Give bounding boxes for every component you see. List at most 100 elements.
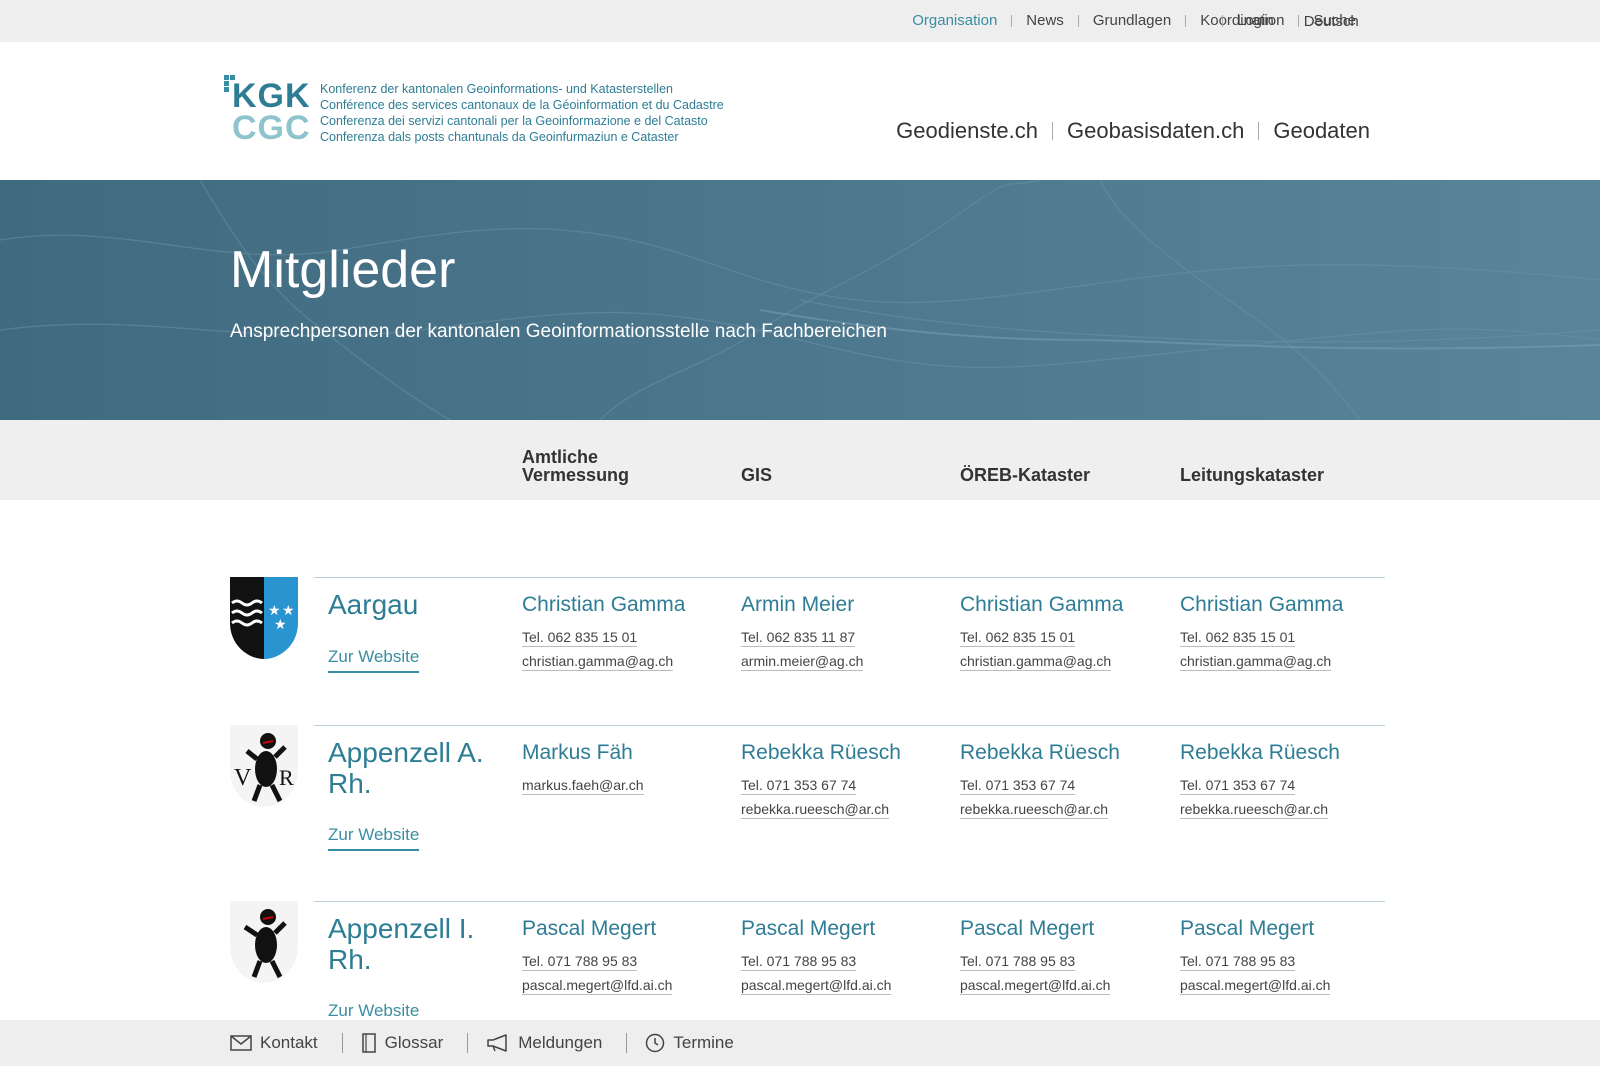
login-link[interactable]: Login: [1222, 13, 1274, 28]
canton-website-link[interactable]: Zur Website: [328, 825, 420, 851]
mainnav-geodaten[interactable]: Geodaten: [1258, 120, 1370, 142]
contact-name: Markus Fäh: [522, 741, 633, 764]
contact-phone[interactable]: Tel. 071 353 67 74: [741, 777, 857, 795]
column-header-gis: GIS: [741, 465, 773, 485]
contact-name: Armin Meier: [741, 593, 855, 616]
language-selector[interactable]: Deutsch: [1304, 13, 1359, 30]
topnav-news[interactable]: News: [1011, 13, 1078, 28]
logo-mark: KGK CGC: [224, 75, 316, 149]
contact-email[interactable]: rebekka.rueesch@ar.ch: [741, 801, 890, 819]
logo-line-it: Conferenza dei servizi cantonali per la …: [320, 114, 708, 128]
contact-email[interactable]: rebekka.rueesch@ar.ch: [960, 801, 1109, 819]
canton-name: Appenzell A. Rh.: [328, 737, 484, 799]
kontakt-button[interactable]: Kontakt: [230, 1033, 342, 1053]
contact-amtliche-vermessung: Markus Fäh markus.faeh@ar.ch: [522, 741, 644, 795]
contact-phone[interactable]: Tel. 071 788 95 83: [741, 953, 857, 971]
glossar-label: Glossar: [384, 1033, 444, 1052]
contact-oereb-kataster: Pascal Megert Tel. 071 788 95 83 pascal.…: [960, 917, 1111, 995]
termine-button[interactable]: Termine: [626, 1033, 757, 1053]
logo-line-fr: Conférence des services cantonaux de la …: [320, 98, 724, 112]
contact-email[interactable]: pascal.megert@lfd.ai.ch: [1180, 977, 1331, 995]
contact-email[interactable]: christian.gamma@ag.ch: [522, 653, 674, 671]
top-right-links: Login Deutsch: [1222, 0, 1359, 42]
mainnav-geodienste[interactable]: Geodienste.ch: [882, 120, 1052, 142]
meldungen-button[interactable]: Meldungen: [467, 1033, 626, 1053]
contact-phone[interactable]: Tel. 062 835 15 01: [960, 629, 1076, 647]
contact-gis: Pascal Megert Tel. 071 788 95 83 pascal.…: [741, 917, 892, 995]
svg-text:R: R: [279, 765, 294, 790]
canton-name: Aargau: [328, 589, 419, 620]
glossar-button[interactable]: Glossar: [341, 1033, 468, 1053]
contact-name: Rebekka Rüesch: [1180, 741, 1340, 764]
logo-line-de: Konferenz der kantonalen Geoinformations…: [320, 82, 673, 96]
contact-email[interactable]: pascal.megert@lfd.ai.ch: [960, 977, 1111, 995]
contact-name: Pascal Megert: [960, 917, 1095, 940]
page-title: Mitglieder: [230, 241, 456, 299]
contact-name: Rebekka Rüesch: [741, 741, 901, 764]
hero-banner: Mitglieder Ansprechpersonen der kantonal…: [0, 180, 1600, 420]
contact-oereb-kataster: Christian Gamma Tel. 062 835 15 01 chris…: [960, 593, 1123, 671]
contact-name: Christian Gamma: [522, 593, 686, 616]
contact-phone[interactable]: Tel. 071 353 67 74: [960, 777, 1076, 795]
contact-phone[interactable]: Tel. 062 835 15 01: [1180, 629, 1296, 647]
meldungen-label: Meldungen: [518, 1033, 603, 1052]
contact-email[interactable]: pascal.megert@lfd.ai.ch: [522, 977, 673, 995]
contact-email[interactable]: christian.gamma@ag.ch: [1180, 653, 1332, 671]
kontakt-label: Kontakt: [260, 1033, 318, 1052]
termine-label: Termine: [673, 1033, 734, 1052]
svg-text:★: ★: [274, 617, 287, 633]
clock-icon: [646, 1033, 665, 1053]
contact-leitungskataster: Christian Gamma Tel. 062 835 15 01 chris…: [1180, 593, 1343, 671]
logo-kgk-text: KGK: [232, 77, 311, 115]
contact-name: Rebekka Rüesch: [960, 741, 1120, 764]
contact-phone[interactable]: Tel. 071 788 95 83: [1180, 953, 1296, 971]
svg-text:V: V: [234, 765, 252, 791]
contact-phone[interactable]: Tel. 071 788 95 83: [522, 953, 638, 971]
row-divider: [314, 725, 1385, 726]
site-header: KGK CGC Konferenz der kantonalen Geoinfo…: [0, 42, 1600, 180]
contact-leitungskataster: Rebekka Rüesch Tel. 071 353 67 74 rebekk…: [1180, 741, 1340, 819]
bottom-toolbar: Kontakt Glossar Meldungen Termine: [0, 1020, 1600, 1066]
canton-website-link[interactable]: Zur Website: [328, 647, 420, 673]
column-header-band: Amtliche Vermessung GIS ÖREB-Kataster Le…: [0, 420, 1600, 500]
canton-name: Appenzell I. Rh.: [328, 913, 475, 975]
row-divider: [314, 901, 1385, 902]
contact-email[interactable]: armin.meier@ag.ch: [741, 653, 864, 671]
logo-tagline: Konferenz der kantonalen Geoinformations…: [320, 75, 724, 149]
envelope-icon: [230, 1035, 252, 1051]
book-icon: [361, 1033, 376, 1053]
contact-email[interactable]: markus.faeh@ar.ch: [522, 777, 644, 795]
megaphone-icon: [487, 1034, 507, 1052]
table-row: V R Appenzell A. Rh. Zur Website Markus …: [230, 725, 1385, 895]
contact-phone[interactable]: Tel. 062 835 11 87: [741, 629, 856, 647]
appenzell-ar-coat-of-arms-icon: V R: [230, 725, 298, 807]
contact-phone[interactable]: Tel. 071 353 67 74: [1180, 777, 1296, 795]
contact-gis: Armin Meier Tel. 062 835 11 87 armin.mei…: [741, 593, 864, 671]
contact-phone[interactable]: Tel. 062 835 15 01: [522, 629, 638, 647]
contact-email[interactable]: pascal.megert@lfd.ai.ch: [741, 977, 892, 995]
mainnav-geobasisdaten[interactable]: Geobasisdaten.ch: [1052, 120, 1258, 142]
column-header-amtliche-vermessung: Amtliche Vermessung: [522, 447, 630, 485]
kgk-logo[interactable]: KGK CGC Konferenz der kantonalen Geoinfo…: [224, 75, 724, 149]
contact-leitungskataster: Pascal Megert Tel. 071 788 95 83 pascal.…: [1180, 917, 1331, 995]
table-row: Appenzell I. Rh. Zur Website Pascal Mege…: [230, 901, 1385, 1020]
topnav-organisation[interactable]: Organisation: [898, 13, 1011, 28]
appenzell-ir-coat-of-arms-icon: [230, 901, 298, 983]
row-divider: [314, 577, 1385, 578]
terrain-background: [0, 180, 1600, 420]
column-header-leitungskataster: Leitungskataster: [1180, 465, 1325, 485]
aargau-coat-of-arms-icon: ★ ★ ★: [230, 577, 298, 659]
contact-email[interactable]: christian.gamma@ag.ch: [960, 653, 1112, 671]
contact-name: Christian Gamma: [1180, 593, 1344, 616]
table-row: ★ ★ ★ Aargau Zur Website Christian Gamma…: [230, 577, 1385, 717]
contact-name: Pascal Megert: [522, 917, 657, 940]
contact-phone[interactable]: Tel. 071 788 95 83: [960, 953, 1076, 971]
top-bar: Organisation News Grundlagen Koordinatio…: [0, 0, 1600, 42]
contact-email[interactable]: rebekka.rueesch@ar.ch: [1180, 801, 1329, 819]
contact-amtliche-vermessung: Christian Gamma Tel. 062 835 15 01 chris…: [522, 593, 685, 671]
canton-website-link[interactable]: Zur Website: [328, 1001, 419, 1020]
topnav-grundlagen[interactable]: Grundlagen: [1077, 13, 1185, 28]
column-header-oereb-kataster: ÖREB-Kataster: [960, 465, 1091, 485]
logo-cgc-text: CGC: [232, 109, 311, 147]
main-navigation: Geodienste.ch Geobasisdaten.ch Geodaten: [882, 120, 1370, 142]
